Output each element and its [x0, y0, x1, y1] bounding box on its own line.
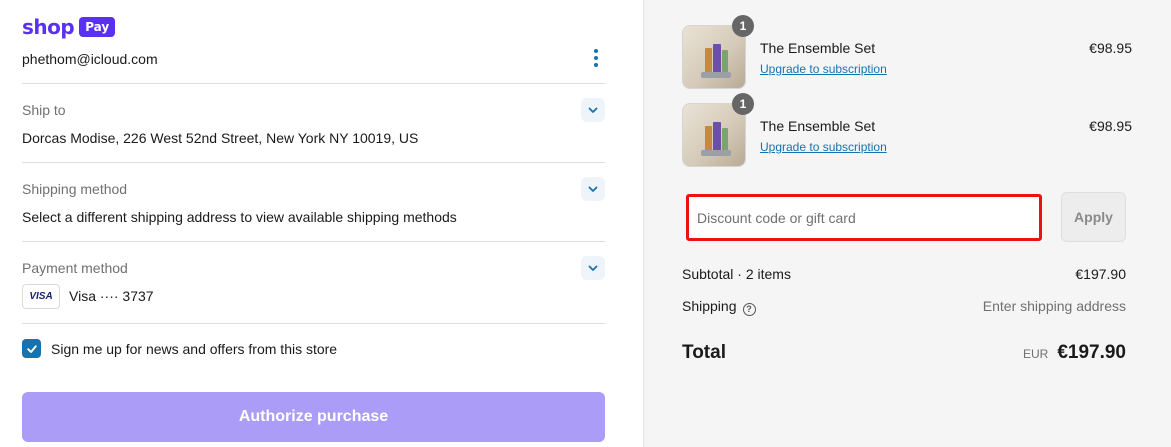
checkout-form-panel: shop Pay phethom@icloud.com Ship to Dorc… [0, 0, 643, 447]
ship-to-address: Dorcas Modise, 226 West 52nd Street, New… [22, 130, 419, 146]
item-name: The Ensemble Set [760, 40, 876, 56]
total-amount: EUR €197.90 [1023, 342, 1126, 364]
shipping-row: Shipping? [682, 298, 756, 316]
shipping-method-chevron-down-icon[interactable] [581, 177, 605, 201]
item-price: €98.95 [1089, 40, 1132, 56]
upgrade-subscription-link[interactable]: Upgrade to subscription [760, 140, 887, 154]
divider [22, 323, 605, 324]
shipping-label: Shipping [682, 298, 737, 314]
divider [22, 241, 605, 242]
quantity-badge: 1 [732, 15, 754, 37]
shipping-method-label: Shipping method [22, 181, 128, 197]
divider [22, 162, 605, 163]
total-value: €197.90 [1057, 342, 1126, 363]
visa-card-icon: VISA [22, 284, 60, 309]
subtotal-value: €197.90 [1075, 266, 1126, 282]
item-price: €98.95 [1089, 118, 1132, 134]
pay-logo-badge: Pay [79, 17, 116, 37]
apply-discount-button[interactable]: Apply [1061, 192, 1126, 242]
discount-code-input[interactable] [686, 194, 1042, 241]
payment-method-chevron-down-icon[interactable] [581, 256, 605, 280]
ship-to-chevron-down-icon[interactable] [581, 98, 605, 122]
payment-card-text: Visa ···· 3737 [69, 288, 154, 304]
newsletter-checkbox[interactable] [22, 339, 41, 358]
total-label: Total [682, 342, 726, 363]
account-email: phethom@icloud.com [22, 51, 158, 67]
shop-pay-logo: shop Pay [22, 15, 116, 39]
help-icon[interactable]: ? [742, 303, 756, 316]
subtotal-label: Subtotal · 2 items [682, 266, 791, 282]
payment-method-label: Payment method [22, 260, 128, 276]
more-options-icon[interactable] [588, 47, 604, 69]
shipping-value: Enter shipping address [982, 298, 1126, 314]
checkmark-icon [26, 344, 37, 353]
newsletter-label[interactable]: Sign me up for news and offers from this… [51, 341, 337, 357]
ship-to-label: Ship to [22, 102, 66, 118]
divider [22, 83, 605, 84]
shop-logo-text: shop [22, 15, 75, 39]
authorize-purchase-button[interactable]: Authorize purchase [22, 392, 605, 442]
cart-item: 1 The Ensemble Set Upgrade to subscripti… [682, 93, 1132, 167]
shipping-method-message: Select a different shipping address to v… [22, 209, 457, 225]
item-name: The Ensemble Set [760, 118, 876, 134]
upgrade-subscription-link[interactable]: Upgrade to subscription [760, 62, 887, 76]
cart-item: 1 The Ensemble Set Upgrade to subscripti… [682, 15, 1132, 89]
currency-code: EUR [1022, 347, 1049, 361]
quantity-badge: 1 [732, 93, 754, 115]
